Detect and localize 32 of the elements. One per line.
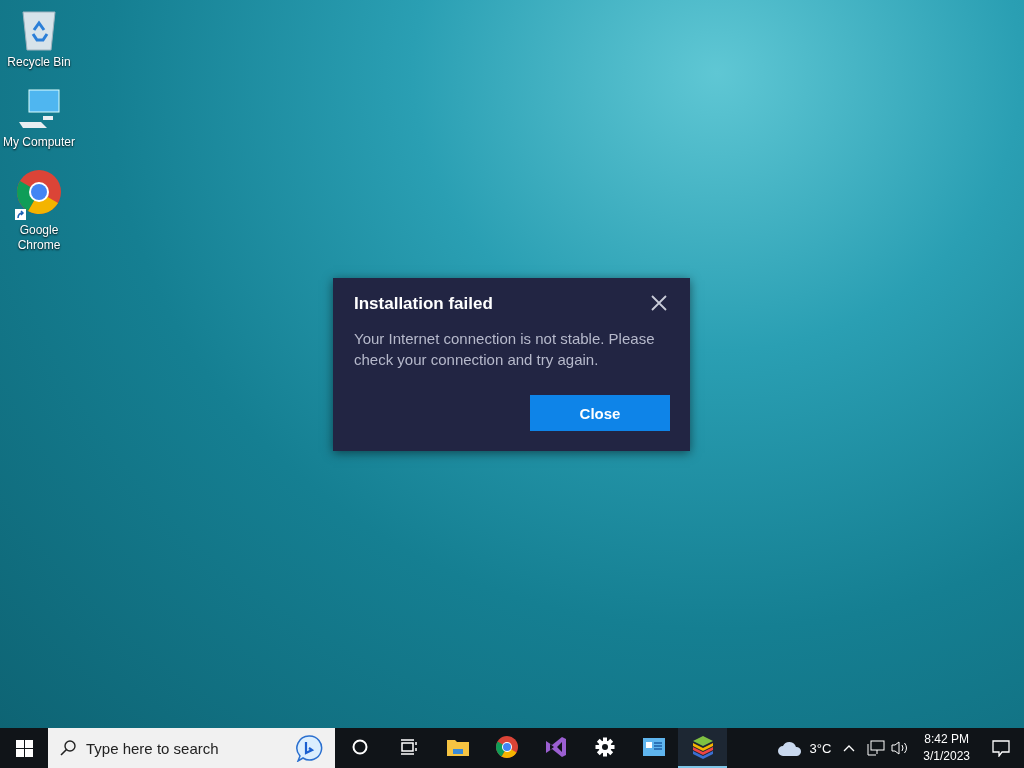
task-view-icon xyxy=(399,739,418,755)
weather-temperature[interactable]: 3°C xyxy=(809,740,832,756)
search-field[interactable]: Type here to search xyxy=(84,738,287,758)
search-icon xyxy=(60,740,76,756)
shortcut-arrow-icon xyxy=(15,209,26,220)
dialog-title: Installation failed xyxy=(354,294,493,314)
window-panel-icon xyxy=(642,738,665,756)
taskbar-app-button[interactable] xyxy=(678,728,727,768)
chrome-icon xyxy=(15,168,63,216)
speech-bubble-icon xyxy=(295,734,323,762)
dialog-message: Your Internet connection is not stable. Please check your connection and try again. xyxy=(354,329,656,370)
network-icon xyxy=(867,740,886,756)
layered-stack-icon xyxy=(690,735,715,759)
circle-icon xyxy=(351,739,368,755)
speech-bubble-icon xyxy=(992,739,1010,757)
ribbon-icon xyxy=(543,735,568,759)
cloud-icon xyxy=(777,740,804,756)
chrome-icon xyxy=(494,735,519,759)
clock-time[interactable]: 8:42 PM xyxy=(924,731,969,748)
recycle-bin-icon xyxy=(19,8,59,52)
chevron-up-icon xyxy=(843,744,856,752)
desktop-icon-label[interactable]: My Computer xyxy=(3,135,75,150)
close-button[interactable]: Close xyxy=(530,395,670,431)
speaker-icon xyxy=(891,740,910,756)
folder-icon xyxy=(446,738,469,756)
close-icon xyxy=(650,294,668,312)
windows-logo-icon xyxy=(15,739,33,757)
search-box[interactable]: Type here to search xyxy=(48,728,335,768)
desktop-icon-label[interactable]: Recycle Bin xyxy=(7,55,71,70)
settings-icon xyxy=(594,737,615,757)
desktop-icon-label[interactable]: Google Chrome xyxy=(0,223,78,253)
clock-date[interactable]: 3/1/2023 xyxy=(923,748,970,765)
